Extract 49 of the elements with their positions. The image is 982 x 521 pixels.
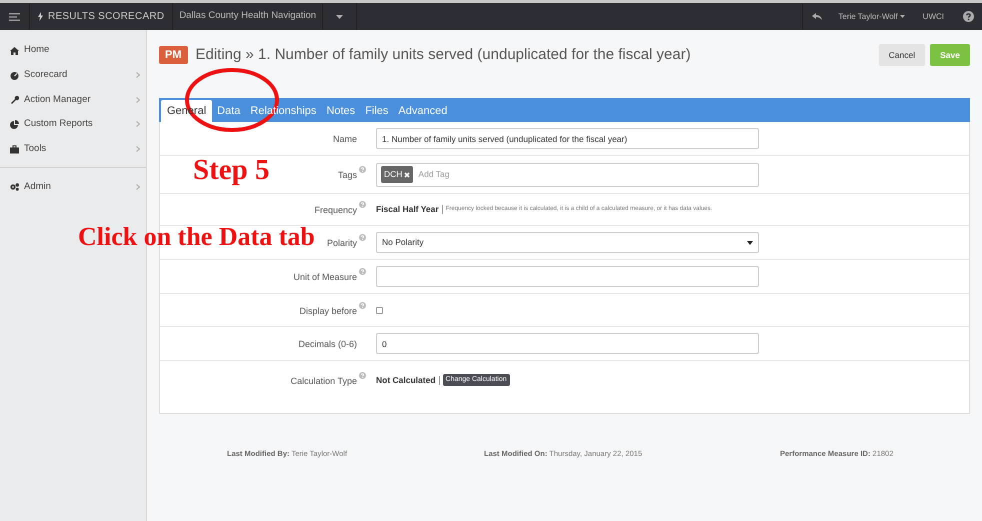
gauge-icon [10,70,19,80]
sidebar-item[interactable]: Home [0,38,146,63]
user-name: Terie Taylor-Wolf [838,10,898,22]
instruction-text: Click on the Data tab [78,224,315,250]
field-label: Tags [338,169,357,182]
tag-chip: DCH [381,166,414,183]
field-label: Decimals (0-6) [298,338,357,352]
select-value: No Polarity [382,236,424,249]
caret-icon [900,15,905,18]
text-field[interactable] [376,266,759,287]
undo-arrow-icon [812,13,822,20]
sidebar-item[interactable]: Action Manager [0,87,146,112]
sidebar-item[interactable]: Scorecard [0,62,146,88]
organization-link[interactable]: Dallas County Health Navigation [173,3,324,30]
field-label: Calculation Type [290,374,357,388]
page-title: Editing » 1. Number of family units served (unduplicated for the fiscal year) [196,44,691,65]
caret-icon [747,240,753,244]
field-value: Fiscal Half Year [376,203,439,216]
pm-badge: PM [159,46,188,64]
text-field[interactable]: 0 [376,333,759,354]
field-label: Unit of Measure [293,271,357,284]
cancel-button[interactable]: Cancel [878,44,926,66]
field-label: Display before [299,304,357,318]
sidebar-item[interactable]: Tools [0,136,146,162]
briefcase-icon [10,144,19,154]
field-label: Polarity [326,237,357,250]
tag-input-field[interactable]: DCH Add Tag [376,162,759,186]
user-menu[interactable]: Terie Taylor-Wolf [830,3,913,30]
field-value: Not Calculated [376,374,436,386]
select-field[interactable]: No Polarity [376,232,759,253]
sidebar-item[interactable]: Custom Reports [0,112,146,137]
tag-text-input[interactable]: Add Tag [418,168,754,181]
field-label: Name [332,133,357,146]
sidebar-item[interactable]: Admin [0,174,146,200]
field-label: Frequency [314,204,357,218]
close-icon [404,172,410,178]
step-label: Step 5 [193,156,270,185]
house-icon [10,46,19,55]
caret-icon [336,14,344,18]
pie-chart-icon [10,120,19,129]
wrench-icon [10,95,19,104]
help-icon [962,11,974,22]
menu-icon [9,12,20,20]
organization-code-link[interactable]: UWCI [912,3,954,30]
bolt-icon [38,12,43,21]
app-name: RESULTS SCORECARD [48,10,164,24]
text-field[interactable]: 1. Number of family units served (unduplicated for the fiscal year) [376,128,759,149]
checkbox[interactable] [376,306,383,314]
gears-icon [10,182,19,192]
